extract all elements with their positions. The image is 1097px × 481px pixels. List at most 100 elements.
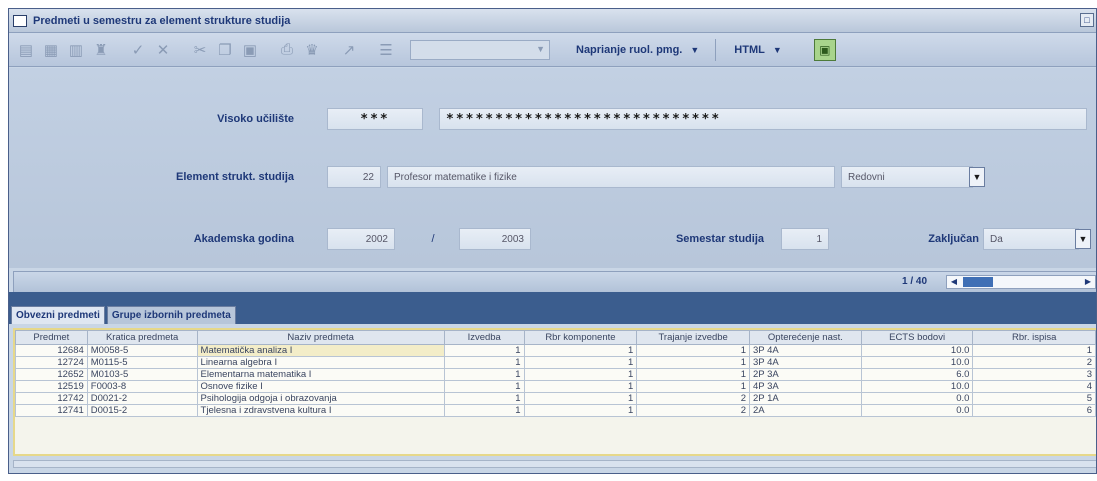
delete-icon[interactable]: ▥ — [65, 39, 87, 61]
chevron-down-icon[interactable]: ▼ — [1075, 229, 1091, 249]
table-row[interactable]: 12652 M0103-5 Elementarna matematika I 1… — [15, 368, 1096, 381]
table-cell[interactable]: 1 — [523, 368, 638, 381]
table-cell[interactable]: 4 — [972, 380, 1096, 393]
table-cell[interactable]: 10.0 — [860, 356, 974, 369]
table-cell[interactable]: 2 — [972, 356, 1096, 369]
visoko-uciliste-name-field[interactable]: **************************** — [439, 108, 1087, 130]
table-cell[interactable]: 1 — [523, 356, 638, 369]
edit-icon[interactable]: ▦ — [40, 39, 62, 61]
list-icon[interactable]: ☰ — [375, 39, 397, 61]
table-cell[interactable]: D0021-2 — [86, 392, 198, 405]
format-dropdown[interactable]: HTML ▼ — [730, 39, 785, 61]
confirm-icon[interactable]: ✓ — [127, 39, 149, 61]
column-header[interactable]: Opterećenje nast. — [749, 330, 862, 345]
akademska-do-field[interactable]: 2003 — [459, 228, 531, 250]
table-cell[interactable]: Matematička analiza I — [196, 344, 445, 357]
element-name-field[interactable]: Profesor matematike i fizike — [387, 166, 835, 188]
table-cell[interactable]: 2A — [749, 404, 862, 417]
record-scrollbar[interactable]: ◀ ▶ — [946, 275, 1096, 289]
table-cell[interactable]: 2P 1A — [749, 392, 862, 405]
table-cell[interactable]: 6.0 — [860, 368, 974, 381]
cancel-icon[interactable]: ✕ — [152, 39, 174, 61]
chevron-down-icon[interactable]: ▼ — [969, 167, 985, 187]
maximize-icon[interactable]: □ — [1080, 13, 1094, 27]
table-cell[interactable]: 4P 3A — [749, 380, 862, 393]
table-cell[interactable]: 10.0 — [860, 344, 974, 357]
table-row[interactable]: 12519 F0003-8 Osnove fizike I 1 1 1 4P 3… — [15, 380, 1096, 393]
table-cell[interactable]: Osnove fizike I — [196, 380, 445, 393]
column-header[interactable]: Predmet — [15, 330, 88, 345]
table-cell[interactable]: 1 — [636, 368, 751, 381]
table-cell[interactable]: 1 — [636, 344, 751, 357]
table-cell[interactable]: Linearna algebra I — [196, 356, 445, 369]
table-cell[interactable]: 2 — [636, 404, 751, 417]
table-cell[interactable]: 1 — [972, 344, 1096, 357]
scroll-thumb[interactable] — [963, 277, 993, 287]
table-cell[interactable]: 0.0 — [860, 392, 974, 405]
column-header[interactable]: Rbr. ispisa — [972, 330, 1096, 345]
scroll-right-icon[interactable]: ▶ — [1082, 276, 1094, 288]
table-cell[interactable]: 12519 — [15, 380, 88, 393]
column-header[interactable]: Izvedba — [443, 330, 525, 345]
table-cell[interactable]: 12652 — [15, 368, 88, 381]
table-cell[interactable]: Elementarna matematika I — [196, 368, 445, 381]
first-record-icon[interactable]: ▤ — [15, 39, 37, 61]
table-cell[interactable]: 12724 — [15, 356, 88, 369]
table-cell[interactable]: 2P 3A — [749, 368, 862, 381]
table-cell[interactable]: Psihologija odgoja i obrazovanja — [196, 392, 445, 405]
semestar-field[interactable]: 1 — [781, 228, 829, 250]
table-cell[interactable]: 12684 — [15, 344, 88, 357]
copy-icon[interactable]: ❐ — [214, 39, 236, 61]
table-cell[interactable]: 1 — [636, 356, 751, 369]
table-cell[interactable]: M0103-5 — [86, 368, 198, 381]
table-cell[interactable]: M0058-5 — [86, 344, 198, 357]
print-icon[interactable]: ⎙ — [276, 39, 298, 61]
table-cell[interactable]: 2 — [636, 392, 751, 405]
table-cell[interactable]: 6 — [972, 404, 1096, 417]
element-type-select[interactable]: Redovni — [841, 166, 973, 188]
column-header[interactable]: ECTS bodovi — [860, 330, 974, 345]
table-cell[interactable]: 1 — [523, 392, 638, 405]
table-cell[interactable]: 1 — [443, 356, 525, 369]
table-cell[interactable]: 1 — [636, 380, 751, 393]
table-cell[interactable]: 10.0 — [860, 380, 974, 393]
table-cell[interactable]: M0115-5 — [86, 356, 198, 369]
table-cell[interactable]: 1 — [443, 368, 525, 381]
column-header[interactable]: Rbr komponente — [523, 330, 638, 345]
table-cell[interactable]: 1 — [523, 404, 638, 417]
table-cell[interactable]: 0.0 — [860, 404, 974, 417]
table-cell[interactable]: 3P 4A — [749, 344, 862, 357]
table-row[interactable]: 12724 M0115-5 Linearna algebra I 1 1 1 3… — [15, 356, 1096, 369]
table-cell[interactable]: 3P 4A — [749, 356, 862, 369]
column-header[interactable]: Naziv predmeta — [196, 330, 445, 345]
table-cell[interactable]: 1 — [523, 344, 638, 357]
table-row[interactable]: 12684 M0058-5 Matematička analiza I 1 1 … — [15, 344, 1096, 357]
chart-icon[interactable]: ↗ — [338, 39, 360, 61]
table-row[interactable]: 12742 D0021-2 Psihologija odgoja i obraz… — [15, 392, 1096, 405]
table-cell[interactable]: 1 — [443, 404, 525, 417]
table-cell[interactable]: 1 — [523, 380, 638, 393]
report-dropdown[interactable]: Naprianje ruol. pmg. ▼ — [572, 39, 703, 61]
grid-horizontal-scrollbar[interactable] — [13, 460, 1096, 468]
akademska-od-field[interactable]: 2002 — [327, 228, 395, 250]
table-cell[interactable]: D0015-2 — [86, 404, 198, 417]
tab-grupe-izbornih[interactable]: Grupe izbornih predmeta — [106, 306, 236, 324]
column-header[interactable]: Trajanje izvedbe — [636, 330, 751, 345]
binoculars-icon[interactable]: ♜ — [90, 39, 112, 61]
visoko-uciliste-code-field[interactable]: *** — [327, 108, 423, 130]
table-cell[interactable]: 1 — [443, 344, 525, 357]
table-cell[interactable]: 3 — [972, 368, 1096, 381]
table-cell[interactable]: 12741 — [15, 404, 88, 417]
cut-icon[interactable]: ✂ — [189, 39, 211, 61]
column-header[interactable]: Kratica predmeta — [86, 330, 198, 345]
scroll-left-icon[interactable]: ◀ — [948, 276, 960, 288]
paste-icon[interactable]: ▣ — [239, 39, 261, 61]
zakljucan-select[interactable]: Da — [983, 228, 1079, 250]
table-cell[interactable]: 1 — [443, 392, 525, 405]
table-cell[interactable]: F0003-8 — [86, 380, 198, 393]
table-cell[interactable]: 1 — [443, 380, 525, 393]
table-cell[interactable]: 5 — [972, 392, 1096, 405]
table-cell[interactable]: Tjelesna i zdravstvena kultura I — [196, 404, 445, 417]
table-cell[interactable]: 12742 — [15, 392, 88, 405]
export-icon[interactable]: ▣ — [813, 38, 836, 61]
